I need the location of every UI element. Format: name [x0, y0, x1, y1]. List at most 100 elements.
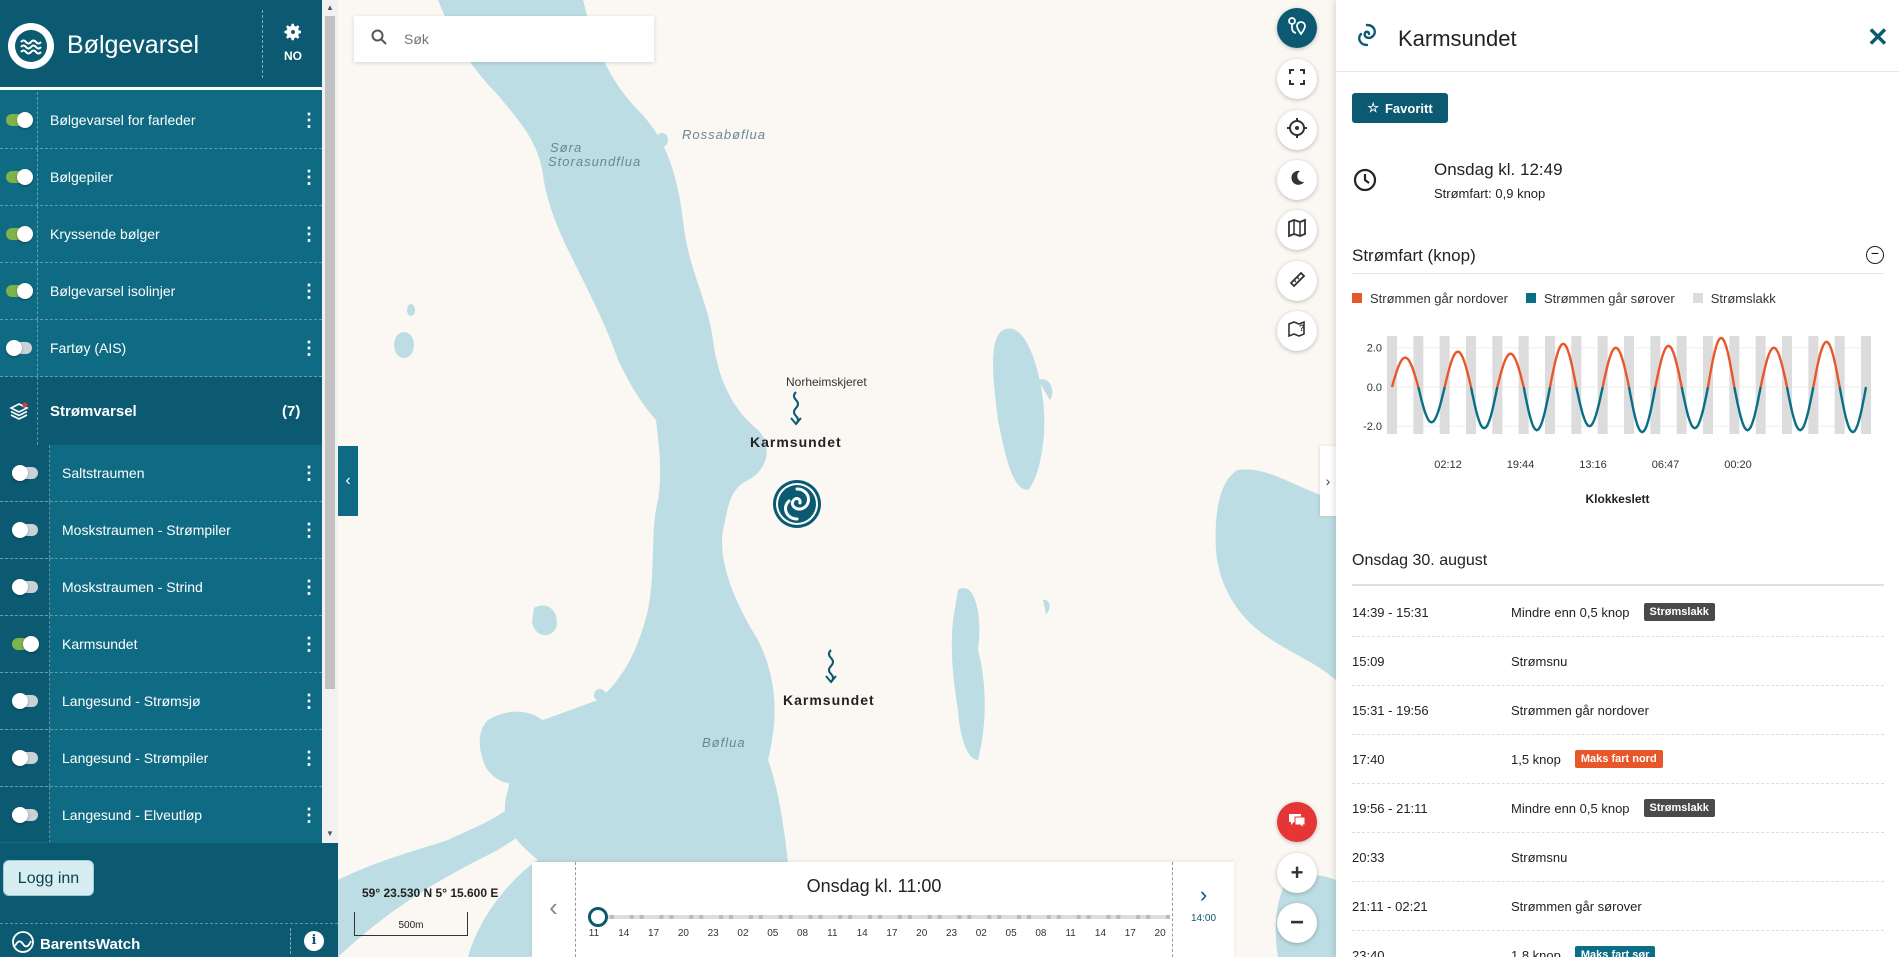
sidebar-scrollbar[interactable]: ▲ ▼ — [322, 0, 338, 843]
sublayer-item-moskstraumen-strompiler[interactable]: Moskstraumen - Strømpiler ⋮ — [0, 502, 322, 559]
collapse-chart-icon[interactable]: − — [1866, 246, 1884, 264]
time-tick-mark — [868, 915, 873, 919]
time-tick-label: 17 — [886, 928, 898, 939]
map-label-storasundflua: Storasundflua — [548, 154, 642, 169]
search-input[interactable] — [404, 31, 634, 47]
slack-band — [1861, 336, 1871, 434]
scroll-up-icon[interactable]: ▲ — [326, 3, 334, 12]
layer-item-bolgepiler[interactable]: Bølgepiler ⋮ — [0, 149, 322, 206]
layer-toggle[interactable] — [5, 283, 33, 299]
station-detail-panel: Karmsundet ✕ ☆ Favoritt Onsdag kl. 12:49… — [1336, 0, 1899, 957]
time-tick-label: 08 — [796, 928, 809, 939]
sublayer-item-saltstraumen[interactable]: Saltstraumen ⋮ — [0, 445, 322, 502]
more-options-icon[interactable]: ⋮ — [296, 578, 322, 596]
time-tick-mark — [957, 915, 962, 919]
locate-button[interactable] — [1277, 110, 1317, 150]
zoom-in-button[interactable]: + — [1277, 853, 1317, 893]
time-tick-mark — [1056, 915, 1061, 919]
sublayer-item-langesund-stromsjo[interactable]: Langesund - Strømsjø ⋮ — [0, 673, 322, 730]
event-row: 15:31 - 19:56 Strømmen går nordover — [1352, 686, 1884, 735]
chat-button[interactable] — [1277, 802, 1317, 842]
more-options-icon[interactable]: ⋮ — [296, 464, 322, 482]
collapse-panel-button[interactable]: › — [1320, 446, 1336, 516]
scale-bar: 500m — [354, 912, 468, 936]
layer-toggle[interactable] — [11, 522, 38, 538]
fullscreen-button[interactable] — [1277, 59, 1317, 99]
layer-item-isolinjer[interactable]: Bølgevarsel isolinjer ⋮ — [0, 263, 322, 320]
more-options-icon[interactable]: ⋮ — [296, 521, 322, 539]
info-icon[interactable]: i — [304, 931, 324, 951]
layer-item-bolgevarsel-farleder[interactable]: Bølgevarsel for farleder ⋮ — [0, 92, 322, 149]
time-tick-mark — [788, 915, 793, 919]
layer-label: Bølgevarsel for farleder — [50, 112, 196, 128]
layer-toggle[interactable] — [5, 340, 32, 356]
previous-time-button[interactable]: ‹ — [532, 862, 576, 957]
scrollbar-thumb[interactable] — [325, 16, 335, 689]
favorite-button[interactable]: ☆ Favoritt — [1352, 93, 1448, 123]
map-layers-button[interactable] — [1277, 210, 1317, 250]
layer-toggle[interactable] — [11, 807, 38, 823]
event-row: 23:40 1,8 knop Maks fart sør — [1352, 931, 1884, 957]
sublayer-item-langesund-strompiler[interactable]: Langesund - Strømpiler ⋮ — [0, 730, 322, 787]
more-options-icon[interactable]: ⋮ — [296, 339, 322, 357]
more-options-icon[interactable]: ⋮ — [296, 806, 322, 824]
barentswatch-logo[interactable]: BarentsWatch — [12, 931, 140, 957]
map-help-button[interactable]: ? — [1277, 311, 1317, 351]
header-divider — [262, 10, 263, 78]
search-box[interactable] — [354, 16, 654, 62]
time-tick-label: 20 — [1154, 928, 1166, 939]
layer-toggle[interactable] — [5, 112, 33, 128]
time-tick-label: 05 — [767, 928, 779, 939]
gear-icon — [283, 23, 303, 46]
layer-item-kryssende-bolger[interactable]: Kryssende bølger ⋮ — [0, 206, 322, 263]
app-title: Bølgevarsel — [67, 31, 199, 59]
sublayer-item-karmsundet[interactable]: Karmsundet ⋮ — [0, 616, 322, 673]
day-header: Onsdag 30. august — [1352, 552, 1884, 586]
event-time: 23:40 — [1352, 947, 1385, 957]
event-description: Strømsnu — [1511, 653, 1568, 669]
dark-mode-button[interactable] — [1277, 160, 1317, 200]
route-button[interactable] — [1277, 8, 1317, 48]
station-marker-karmsundet[interactable] — [772, 479, 822, 529]
collapse-sidebar-button[interactable]: ‹ — [338, 446, 358, 516]
chart-y-tick-label: 0.0 — [1367, 382, 1382, 394]
more-options-icon[interactable]: ⋮ — [296, 225, 322, 243]
login-button[interactable]: Logg inn — [3, 860, 94, 896]
map-view[interactable]: Søra Storasundflua Rossabøflua Norheimsk… — [338, 0, 1336, 957]
minus-icon: − — [1289, 909, 1304, 936]
more-options-icon[interactable]: ⋮ — [296, 635, 322, 653]
measure-button[interactable] — [1277, 261, 1317, 301]
scroll-down-icon[interactable]: ▼ — [326, 829, 334, 838]
zoom-out-button[interactable]: − — [1277, 903, 1317, 943]
layer-toggle[interactable] — [5, 169, 33, 185]
next-time-button[interactable]: › 14:00 — [1172, 862, 1234, 957]
event-time: 14:39 - 15:31 — [1352, 604, 1429, 620]
event-row: 14:39 - 15:31 Mindre enn 0,5 knop Strømsl… — [1352, 588, 1884, 637]
more-options-icon[interactable]: ⋮ — [296, 749, 322, 767]
map-canvas[interactable] — [338, 0, 1336, 957]
time-tick-mark — [748, 915, 753, 919]
layer-toggle[interactable] — [11, 636, 39, 652]
event-row: 20:33 Strømsnu — [1352, 833, 1884, 882]
layer-toggle[interactable] — [11, 750, 38, 766]
chevron-left-icon: ‹ — [345, 472, 351, 489]
layer-toggle[interactable] — [11, 693, 38, 709]
layer-toggle[interactable] — [11, 465, 38, 481]
layer-toggle[interactable] — [11, 579, 38, 595]
more-options-icon[interactable]: ⋮ — [296, 111, 322, 129]
time-tick-mark — [897, 915, 902, 919]
event-time: 20:33 — [1352, 849, 1385, 865]
settings-button[interactable]: NO — [276, 22, 310, 66]
more-options-icon[interactable]: ⋮ — [296, 282, 322, 300]
sublayer-item-langesund-elveutlop[interactable]: Langesund - Elveutløp ⋮ — [0, 787, 322, 842]
more-options-icon[interactable]: ⋮ — [296, 168, 322, 186]
time-tick-mark — [609, 915, 614, 919]
layer-toggle[interactable] — [5, 226, 33, 242]
layer-group-stromvarsel[interactable]: Strømvarsel (7) — [0, 377, 322, 445]
layer-item-fartoy-ais[interactable]: Fartøy (AIS) ⋮ — [0, 320, 322, 377]
time-tick-mark — [987, 915, 992, 919]
sublayer-item-moskstraumen-strind[interactable]: Moskstraumen - Strind ⋮ — [0, 559, 322, 616]
close-icon[interactable]: ✕ — [1867, 22, 1889, 53]
time-slider-handle[interactable] — [588, 907, 608, 927]
more-options-icon[interactable]: ⋮ — [296, 692, 322, 710]
